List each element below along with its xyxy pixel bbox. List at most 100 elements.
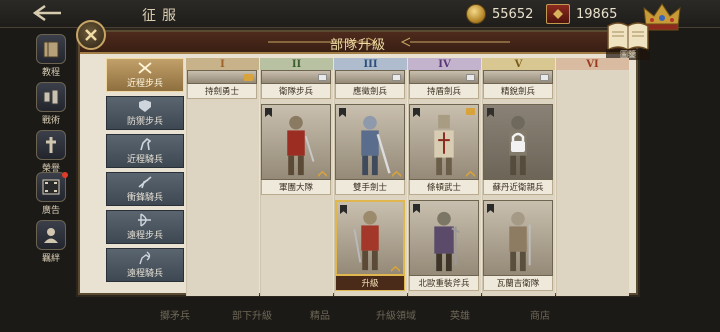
unit-card[interactable]: 軍團大隊 (261, 104, 331, 195)
category-label: 近程步兵 (126, 79, 163, 89)
unit-name: 衛隊步兵 (261, 84, 331, 99)
bottom-menu-item[interactable]: 部下升級 (232, 307, 272, 322)
locked-overlay (484, 105, 552, 179)
soldier-icon (361, 115, 391, 176)
notification-dot (62, 172, 68, 178)
rank-up-chevron-icon (392, 170, 401, 177)
back-button[interactable] (28, 2, 68, 24)
bottom-menu: 擲矛兵 部下升級 精品 升級領域 英雄 商店 (0, 297, 720, 332)
gold-amount: 55652 (492, 6, 534, 22)
bottom-menu-item[interactable]: 擲矛兵 (160, 307, 190, 322)
unit-name: 雙手劍士 (335, 180, 405, 195)
crossed-swords-icon (138, 62, 152, 74)
soldier-icon (353, 210, 379, 271)
unit-name: 持劍勇士 (187, 84, 257, 99)
troop-upgrade-panel: 部隊升級 圖鑒 近程步兵 防禦步兵 近程騎兵 衝鋒騎兵 遠程步兵 遠程騎兵 I … (76, 20, 650, 296)
unit-card[interactable]: 衛隊步兵 (261, 70, 331, 99)
unit-name: 蘇丹近衛親兵 (483, 180, 553, 195)
bond-icon (44, 228, 58, 243)
tier-badge-icon (244, 74, 253, 81)
lock-icon (511, 132, 525, 152)
category-label: 衝鋒騎兵 (126, 193, 163, 203)
rank-up-chevron-icon (318, 170, 327, 177)
tier-header-2: II (260, 58, 333, 70)
page-title: 征服 (142, 8, 182, 24)
unit-card[interactable]: 精銳劍兵 (483, 70, 553, 99)
lance-horse-icon (138, 176, 152, 189)
gold-coin-icon (466, 4, 486, 24)
title-ornament-right-icon (400, 37, 510, 47)
codex-button[interactable]: 圖鑒 (606, 16, 650, 60)
tier-badge-icon (540, 74, 549, 81)
close-button[interactable] (76, 20, 106, 50)
tier-header-5: V (482, 58, 555, 70)
category-label: 防禦步兵 (126, 117, 163, 127)
tactics-icon (43, 89, 59, 105)
bookmark-icon (413, 204, 420, 213)
category-defensive-infantry[interactable]: 防禦步兵 (106, 96, 184, 130)
tier-badge-icon (392, 74, 401, 81)
unit-card[interactable]: 應徵劍兵 (335, 70, 405, 99)
horse-icon (140, 137, 152, 151)
category-melee-cavalry[interactable]: 近程騎兵 (106, 134, 184, 168)
rank-up-chevron-icon (391, 265, 400, 272)
book-icon (43, 41, 59, 58)
bottom-menu-item[interactable]: 升級領域 (376, 307, 416, 322)
rank-up-chevron-icon (466, 170, 475, 177)
upgrade-button[interactable]: 升級 (335, 276, 405, 291)
close-icon (85, 29, 97, 41)
soldier-icon (509, 211, 531, 272)
bookmark-icon (265, 108, 272, 117)
soldier-icon (287, 115, 315, 176)
unit-card[interactable]: 雙手劍士 (335, 104, 405, 195)
unit-name: 精銳劍兵 (483, 84, 553, 99)
gem-icon (546, 4, 570, 24)
unit-card[interactable]: 蘇丹近衛親兵 (483, 104, 553, 195)
unit-card[interactable]: 持劍勇士 (187, 70, 257, 99)
nav-label: 羈絆 (41, 254, 60, 264)
unit-name: 北歐重裝斧兵 (409, 276, 479, 291)
category-charge-cavalry[interactable]: 衝鋒騎兵 (106, 172, 184, 206)
nav-honor[interactable]: 榮譽 (32, 130, 70, 174)
unit-name: 持盾劍兵 (409, 84, 479, 99)
unit-name: 瓦蘭吉衛隊 (483, 276, 553, 291)
category-melee-infantry[interactable]: 近程步兵 (106, 58, 184, 92)
unit-name: 軍團大隊 (261, 180, 331, 195)
bottom-menu-item[interactable]: 精品 (310, 307, 330, 322)
category-ranged-infantry[interactable]: 遠程步兵 (106, 210, 184, 244)
category-label: 遠程騎兵 (126, 269, 163, 279)
panel-title: 部隊升級 (329, 38, 386, 53)
tier-badge-icon (318, 74, 327, 81)
nav-tutorial[interactable]: 教程 (32, 34, 70, 78)
column-bg (556, 70, 629, 296)
nav-bonds[interactable]: 羈絆 (32, 220, 70, 264)
soldier-icon (434, 114, 454, 176)
unit-card-selected[interactable]: 升級 (335, 200, 405, 291)
bow-icon (138, 213, 151, 227)
nav-ads[interactable]: 廣告 (32, 172, 70, 216)
nav-tactics[interactable]: 戰術 (32, 82, 70, 126)
back-arrow-icon (33, 4, 61, 22)
column-bg (186, 70, 259, 296)
unit-name: 條頓武士 (409, 180, 479, 195)
bottom-menu-item[interactable]: 英雄 (450, 307, 470, 322)
shield-icon (139, 100, 151, 112)
unit-card[interactable]: 持盾劍兵 (409, 70, 479, 99)
tier-badge-icon (466, 108, 475, 115)
bottom-menu-item[interactable]: 商店 (530, 307, 550, 322)
category-ranged-cavalry[interactable]: 遠程騎兵 (106, 248, 184, 282)
panel-header: 部隊升級 (80, 32, 636, 54)
film-icon (42, 179, 60, 195)
category-label: 遠程步兵 (126, 231, 163, 241)
unit-card[interactable]: 北歐重裝斧兵 (409, 200, 479, 291)
unit-card[interactable]: 瓦蘭吉衛隊 (483, 200, 553, 291)
tier-header-1: I (186, 58, 259, 70)
nav-label: 戰術 (41, 116, 60, 126)
unit-name: 應徵劍兵 (335, 84, 405, 99)
bookmark-icon (487, 204, 494, 213)
bookmark-icon (340, 205, 347, 214)
nav-label: 廣告 (41, 206, 60, 216)
bookmark-icon (339, 108, 346, 117)
unit-card[interactable]: 條頓武士 (409, 104, 479, 195)
tier-badge-icon (466, 74, 475, 81)
